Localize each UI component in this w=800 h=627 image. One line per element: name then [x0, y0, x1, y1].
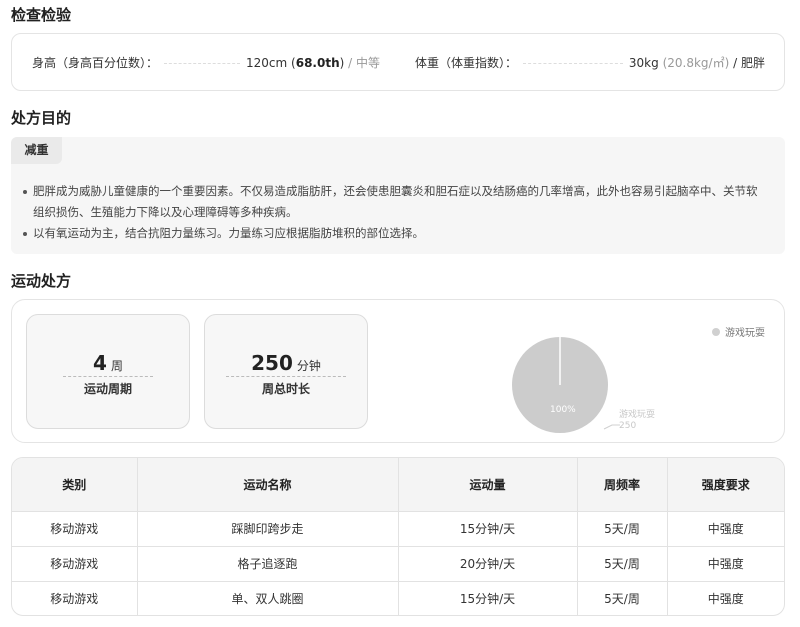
cell-category: 移动游戏 [12, 581, 138, 615]
exam-section-title: 检查检验 [11, 6, 72, 24]
cell-category: 移动游戏 [12, 546, 138, 582]
height-value: 120cm (68.0th) / 中等 [246, 56, 380, 70]
col-header-frequency: 周频率 [577, 458, 668, 512]
exercise-table: 类别 运动名称 运动量 周频率 强度要求 移动游戏 踩脚印跨步走 15分钟/天 … [11, 457, 785, 616]
table-header-row: 类别 运动名称 运动量 周频率 强度要求 [12, 458, 784, 512]
cell-intensity: 中强度 [667, 546, 784, 582]
weight-level: 肥胖 [740, 56, 765, 70]
weight-value: 30kg (20.8kg/㎡) / 肥胖 [628, 56, 765, 70]
cell-amount: 15分钟/天 [398, 511, 578, 547]
purpose-bullet: 以有氧运动为主，结合抗阻力量练习。力量练习应根据脂肪堆积的部位选择。 [23, 223, 768, 244]
table-row: 移动游戏 单、双人跳圈 15分钟/天 5天/周 中强度 [12, 581, 784, 615]
cell-frequency: 5天/周 [577, 511, 668, 547]
cell-intensity: 中强度 [667, 511, 784, 547]
cell-name: 格子追逐跑 [137, 546, 399, 582]
cell-amount: 20分钟/天 [398, 546, 578, 582]
table-row: 移动游戏 格子追逐跑 20分钟/天 5天/周 中强度 [12, 546, 784, 582]
purpose-tag: 减重 [11, 137, 62, 164]
purpose-bullet: 肥胖成为威胁儿童健康的一个重要因素。不仅易造成脂肪肝，还会使患胆囊炎和胆石症以及… [23, 181, 768, 223]
cell-name: 单、双人跳圈 [137, 581, 399, 615]
pie-percent-label: 100% [550, 405, 576, 415]
weight-kg: 30kg [628, 56, 659, 70]
pie-outer-value: 250 [619, 421, 637, 431]
exam-card: 身高（身高百分位数）： 120cm (68.0th) / 中等 体重（体重指数）… [11, 33, 785, 91]
exercise-pie-chart [512, 337, 620, 433]
pie-group [512, 337, 620, 433]
weight-leader-line [523, 63, 623, 64]
purpose-section-title: 处方目的 [11, 109, 72, 127]
height-level: 中等 [355, 56, 380, 70]
col-header-category: 类别 [12, 458, 138, 512]
exercise-card: 4周 运动周期 250 分钟 周总时长 游戏玩耍 100% 游戏玩耍 250 [11, 299, 785, 443]
cell-frequency: 5天/周 [577, 546, 668, 582]
height-percentile: 68.0th [295, 56, 340, 70]
table-row: 移动游戏 踩脚印跨步走 15分钟/天 5天/周 中强度 [12, 511, 784, 547]
exercise-section-title: 运动处方 [11, 272, 72, 290]
weight-row: 体重（体重指数）： 30kg (20.8kg/㎡) / 肥胖 [415, 54, 765, 71]
col-header-amount: 运动量 [398, 458, 578, 512]
pie-outer-name: 游戏玩耍 [619, 410, 656, 420]
purpose-bullets: 肥胖成为威胁儿童健康的一个重要因素。不仅易造成脂肪肝，还会使患胆囊炎和胆石症以及… [23, 181, 768, 244]
height-row: 身高（身高百分位数）： 120cm (68.0th) / 中等 [32, 54, 380, 71]
cell-name: 踩脚印跨步走 [137, 511, 399, 547]
weight-label: 体重（体重指数）： [415, 56, 518, 70]
cell-category: 移动游戏 [12, 511, 138, 547]
pie-label-leader [603, 424, 620, 430]
col-header-name: 运动名称 [137, 458, 399, 512]
pie-outer-label: 游戏玩耍 250 [619, 410, 655, 432]
cell-intensity: 中强度 [707, 592, 744, 607]
cell-frequency: 5天/周 [577, 581, 668, 615]
height-leader-line [164, 63, 241, 64]
height-separator: / [348, 56, 353, 70]
col-header-intensity: 强度要求 [667, 458, 784, 512]
cell-amount: 15分钟/天 [398, 581, 578, 615]
purpose-box: 减重 肥胖成为威胁儿童健康的一个重要因素。不仅易造成脂肪肝，还会使患胆囊炎和胆石… [11, 137, 785, 254]
height-label: 身高（身高百分位数）： [32, 56, 159, 70]
height-cm: 120cm [246, 56, 288, 70]
weight-separator: / [733, 56, 738, 70]
weight-bmi: 20.8kg/㎡ [667, 56, 725, 70]
